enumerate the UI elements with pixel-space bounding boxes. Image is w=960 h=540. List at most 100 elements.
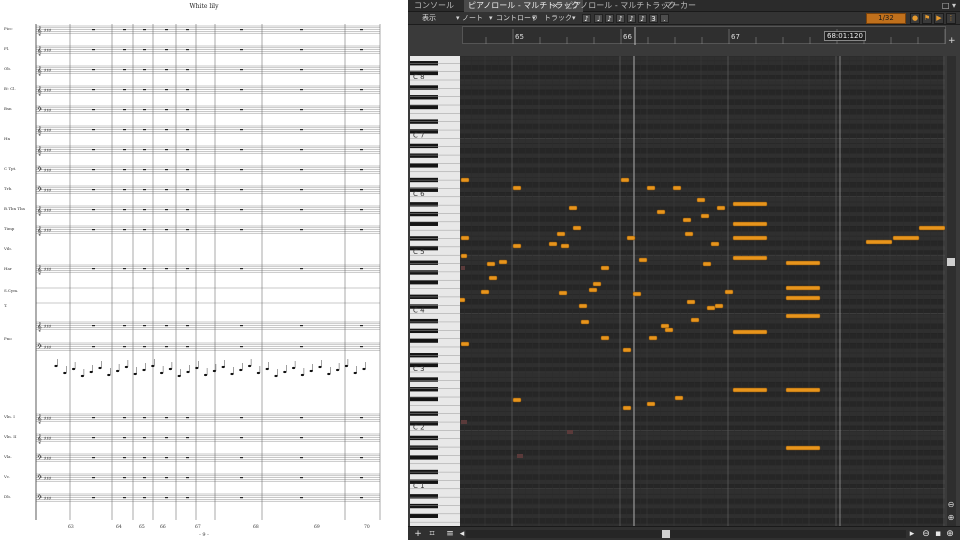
note-duration-icon[interactable]: ♪ <box>616 14 625 23</box>
note-grid[interactable] <box>460 56 945 526</box>
scroll-right-icon[interactable]: ▸ <box>906 528 918 540</box>
note-head <box>283 370 287 374</box>
midi-note <box>646 185 656 191</box>
midi-note <box>785 285 821 291</box>
chevron-down-icon[interactable]: ▾ <box>456 12 460 25</box>
menu-view[interactable]: 表示 <box>422 12 436 25</box>
rest-mark <box>123 149 126 151</box>
midi-note <box>622 405 632 411</box>
piano-keyboard[interactable]: C 8 C 7 C 6 C 5 C 4 C 3 C 2 C 1 <box>410 56 460 526</box>
note-duration-icon[interactable]: ♪ <box>627 14 636 23</box>
note-head <box>265 367 269 371</box>
midi-note <box>690 317 700 323</box>
midi-note <box>588 287 598 293</box>
play-icon[interactable]: ▶ <box>934 13 944 24</box>
ghost-note <box>517 454 523 458</box>
key-signature: ♯♯♯ <box>44 228 51 234</box>
midi-note <box>732 387 768 393</box>
chevron-down-icon[interactable]: ▾ <box>572 12 576 25</box>
midi-note <box>785 260 821 266</box>
menu-track[interactable]: トラック <box>544 12 572 25</box>
pitch-row <box>460 357 945 363</box>
rest-mark <box>143 29 146 31</box>
rest-mark <box>240 149 243 151</box>
black-key <box>410 396 438 402</box>
rest-mark <box>360 477 363 479</box>
black-key <box>410 202 438 207</box>
dotted-icon[interactable]: . <box>660 14 669 23</box>
black-key <box>410 494 438 499</box>
pitch-row <box>460 333 945 339</box>
midi-note <box>682 217 692 223</box>
instrument-label: Timp <box>4 226 15 231</box>
pitch-row <box>460 323 945 329</box>
pitch-row <box>460 396 945 402</box>
midi-note <box>785 295 821 301</box>
black-key <box>410 328 438 334</box>
add-icon[interactable]: + <box>948 36 956 46</box>
chevron-down-icon[interactable]: ▾ <box>489 12 493 25</box>
midi-note <box>672 185 682 191</box>
pitch-row <box>460 430 945 436</box>
clef-icon: 𝄞 <box>37 265 42 274</box>
flag-icon[interactable]: ⚑ <box>922 13 932 24</box>
window-controls[interactable]: □ ▾ <box>942 0 956 12</box>
rest-mark <box>300 129 303 131</box>
midi-note <box>512 185 522 191</box>
note-head <box>168 367 172 371</box>
horizontal-scroll-thumb[interactable] <box>662 530 670 538</box>
clef-icon: 𝄢 <box>37 454 42 463</box>
snap-grid-icon[interactable]: ⌗ <box>426 528 438 540</box>
note-duration-icon[interactable]: ♩ <box>594 14 603 23</box>
midi-note <box>620 177 630 183</box>
note-duration-icon[interactable]: ♪ <box>605 14 614 23</box>
zoom-out-icon[interactable]: ⊖ <box>920 528 932 540</box>
zoom-in-icon[interactable]: ⊕ <box>944 528 956 540</box>
horizontal-scrollbar[interactable] <box>466 530 906 538</box>
rest-mark <box>360 89 363 91</box>
vertical-scroll-thumb[interactable] <box>947 258 955 266</box>
add-track-icon[interactable]: + <box>412 528 424 540</box>
midi-note <box>684 231 694 237</box>
tab-close-icon[interactable]: × <box>552 0 559 12</box>
time-ruler[interactable]: 65 66 67 <box>462 26 946 45</box>
instrument-label: S.Cym. <box>4 288 18 293</box>
chevron-down-icon[interactable]: ▾ <box>532 12 536 25</box>
instrument-label: Vln. II <box>3 434 17 439</box>
rest-mark <box>123 209 126 211</box>
measure-number: 68 <box>253 524 259 530</box>
zoom-fit-icon[interactable]: ▪ <box>932 528 944 540</box>
menu-icon[interactable]: ≡ <box>444 528 456 540</box>
tab-markers[interactable]: マーカー <box>660 0 700 12</box>
tab-console[interactable]: コンソール <box>410 0 458 12</box>
zoom-out-icon[interactable]: ⊖ <box>946 500 956 510</box>
vertical-scrollbar[interactable] <box>947 56 956 526</box>
note-duration-icon[interactable]: ♪ <box>582 14 591 23</box>
quantize-select[interactable]: 1/32 <box>866 13 906 24</box>
pitch-row <box>460 445 945 451</box>
rest-mark <box>123 477 126 479</box>
zoom-in-icon[interactable]: ⊕ <box>946 513 956 523</box>
pitch-row <box>460 89 945 95</box>
note-head <box>336 368 340 372</box>
key-signature: ♯♯♯ <box>44 148 51 154</box>
rest-mark <box>300 229 303 231</box>
rest-mark <box>123 437 126 439</box>
key-signature: ♯♯♯ <box>44 345 51 351</box>
grid-icon[interactable]: ⋮ <box>946 13 956 24</box>
rest-mark <box>240 49 243 51</box>
pitch-row <box>460 294 945 300</box>
pitch-row <box>460 318 945 324</box>
snap-icon[interactable]: ● <box>910 13 920 24</box>
rest-mark <box>240 109 243 111</box>
rest-mark <box>123 346 126 348</box>
triplet-icon[interactable]: 3 <box>649 14 658 23</box>
octave-label: C 3 <box>413 365 425 373</box>
note-head <box>221 365 225 369</box>
menu-notes[interactable]: ノート <box>462 12 483 25</box>
clef-icon: 𝄢 <box>37 494 42 503</box>
rest-mark <box>360 109 363 111</box>
pitch-row <box>460 347 945 353</box>
note-duration-icon[interactable]: ♪ <box>638 14 647 23</box>
note-head <box>230 372 234 376</box>
